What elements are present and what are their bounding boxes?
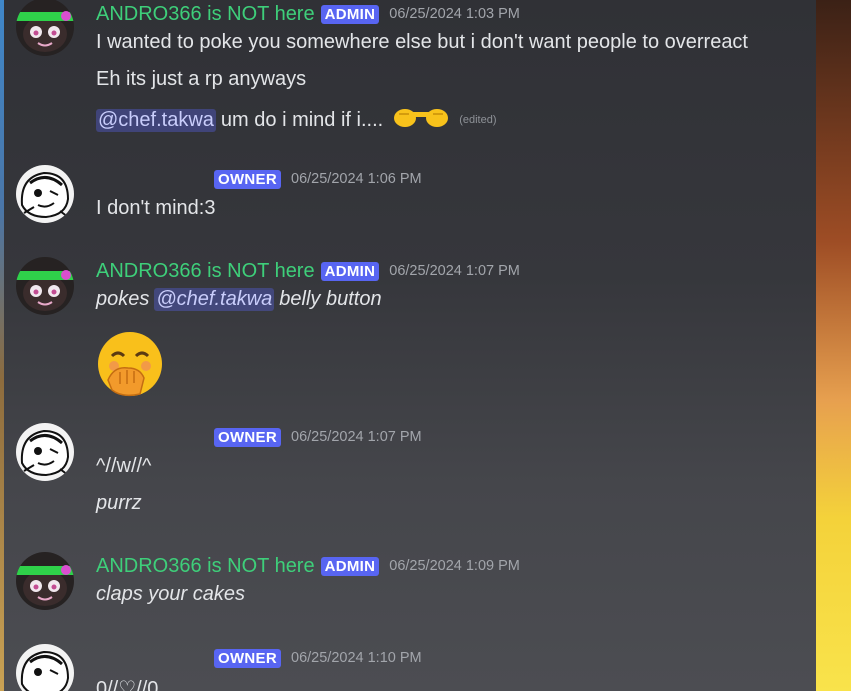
message-header: ANDRO366 is NOT here ADMIN 06/25/2024 1:… xyxy=(96,553,520,579)
message-text: I don't mind:3 xyxy=(96,197,216,219)
background-right-edge xyxy=(816,0,851,691)
role-badge: OWNER xyxy=(214,427,281,447)
message-text: purrz xyxy=(96,492,142,514)
timestamp: 06/25/2024 1:10 PM xyxy=(291,650,422,666)
message-header: OWNER 06/25/2024 1:10 PM xyxy=(96,645,422,671)
avatar-owner[interactable] xyxy=(16,165,74,223)
face-with-hand-over-mouth-emoji[interactable] xyxy=(96,330,164,403)
avatar-image xyxy=(16,165,74,223)
edited-label: (edited) xyxy=(459,114,497,126)
role-badge: ADMIN xyxy=(320,261,380,281)
timestamp: 06/25/2024 1:07 PM xyxy=(389,263,520,279)
message-text: claps your cakes xyxy=(96,583,245,605)
username[interactable]: ANDRO366 is NOT here xyxy=(96,3,315,26)
avatar-image xyxy=(16,644,74,691)
message-text: pokes xyxy=(96,288,150,310)
avatar-image xyxy=(16,423,74,481)
role-badge: OWNER xyxy=(214,648,281,668)
pointing-fingers-emoji[interactable] xyxy=(389,104,453,136)
timestamp: 06/25/2024 1:06 PM xyxy=(291,171,422,187)
message-header: OWNER 06/25/2024 1:06 PM xyxy=(96,166,422,192)
chat-message-list[interactable]: ANDRO366 is NOT here ADMIN 06/25/2024 1:… xyxy=(4,0,816,691)
message-text-line: @chef.takwa um do i mind if i.... (edite… xyxy=(96,104,497,136)
message-text: Eh its just a rp anyways xyxy=(96,68,307,90)
role-badge: ADMIN xyxy=(320,556,380,576)
message-text: um do i mind if i.... xyxy=(220,108,384,131)
avatar-owner[interactable] xyxy=(16,423,74,481)
avatar-image xyxy=(16,0,74,56)
user-mention[interactable]: @chef.takwa xyxy=(96,108,216,132)
timestamp: 06/25/2024 1:09 PM xyxy=(389,558,520,574)
message-text-line: pokes @chef.takwa belly button xyxy=(96,288,382,311)
avatar-andro366[interactable] xyxy=(16,552,74,610)
username[interactable]: ANDRO366 is NOT here xyxy=(96,555,315,578)
message-header: OWNER 06/25/2024 1:07 PM xyxy=(96,424,422,450)
message-header: ANDRO366 is NOT here ADMIN 06/25/2024 1:… xyxy=(96,1,520,27)
message-text: belly button xyxy=(279,288,382,310)
avatar-image xyxy=(16,257,74,315)
avatar-owner[interactable] xyxy=(16,644,74,691)
avatar-image xyxy=(16,552,74,610)
message-text: 0//♡//0 xyxy=(96,678,159,691)
message-text: ^//w//^ xyxy=(96,455,152,477)
user-mention[interactable]: @chef.takwa xyxy=(154,288,275,311)
message-header: ANDRO366 is NOT here ADMIN 06/25/2024 1:… xyxy=(96,258,520,284)
role-badge: OWNER xyxy=(214,169,281,189)
username[interactable]: ANDRO366 is NOT here xyxy=(96,260,315,283)
timestamp: 06/25/2024 1:07 PM xyxy=(291,429,422,445)
message-text: I wanted to poke you somewhere else but … xyxy=(96,31,748,53)
avatar-andro366[interactable] xyxy=(16,0,74,56)
timestamp: 06/25/2024 1:03 PM xyxy=(389,6,520,22)
avatar-andro366[interactable] xyxy=(16,257,74,315)
role-badge: ADMIN xyxy=(320,4,380,24)
